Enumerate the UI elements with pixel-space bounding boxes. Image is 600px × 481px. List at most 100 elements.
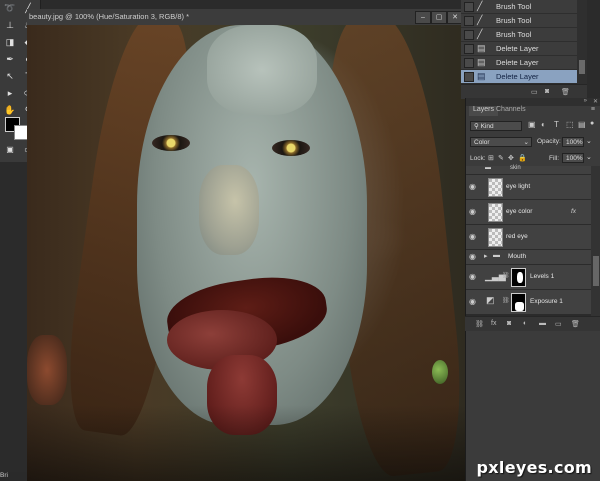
layers-scrollbar[interactable] [591, 166, 600, 316]
exposure-icon: ◩ [486, 295, 495, 305]
scroll-thumb[interactable] [579, 60, 585, 74]
adjustment-layer-row[interactable]: ◉ ◩ ⛓ Exposure 1 [466, 290, 591, 315]
filter-smart-icon[interactable]: ▤ [578, 120, 586, 129]
visibility-eye-icon[interactable]: ◉ [469, 182, 476, 191]
restore-icon[interactable]: ▢ [431, 11, 447, 24]
document-canvas[interactable] [27, 25, 465, 481]
filter-toggle[interactable]: ● [590, 120, 594, 127]
blend-mode-select[interactable]: Color ⌄ [470, 137, 532, 147]
history-item[interactable]: ╱ Brush Tool [461, 14, 587, 28]
snapshot-checkbox[interactable] [464, 2, 474, 12]
brush-icon: ╱ [477, 15, 483, 25]
filter-type-icon[interactable]: T [554, 120, 559, 129]
blend-mode-value: Color [474, 139, 490, 146]
scroll-thumb[interactable] [593, 256, 599, 286]
document-tab[interactable]: beauty.jpg @ 100% (Hue/Saturation 3, RGB… [27, 9, 465, 26]
layer-mask-thumbnail[interactable] [511, 293, 526, 312]
opacity-input[interactable]: 100% [562, 137, 584, 147]
forehead [207, 25, 317, 115]
trash-icon[interactable]: 🗑 [571, 320, 580, 328]
fx-icon[interactable]: fx [491, 320, 496, 327]
selection-icon[interactable]: ▸ [4, 87, 16, 99]
expand-arrow-icon[interactable]: ▸ [484, 252, 488, 260]
layer-row[interactable]: ◉ eye light [466, 175, 591, 200]
history-item[interactable]: ▤ Delete Layer [461, 42, 587, 56]
hand-icon[interactable]: ✋ [4, 104, 16, 116]
new-group-icon[interactable]: ▬ [539, 320, 546, 327]
fill-input[interactable]: 100% [562, 153, 584, 163]
layer-thumbnail [488, 228, 503, 247]
lasso-icon[interactable]: ➰ [4, 2, 16, 14]
visibility-eye-icon[interactable]: ◉ [469, 272, 476, 281]
history-item[interactable]: ╱ Brush Tool [461, 0, 587, 14]
snapshot-checkbox[interactable] [464, 58, 474, 68]
path-selection-icon[interactable]: ↖ [4, 70, 16, 82]
history-item-label: Delete Layer [496, 72, 539, 81]
panel-header: » ✕ [466, 98, 600, 106]
fill-label: Fill: [549, 155, 560, 162]
chevron-down-icon: ⌄ [523, 139, 529, 146]
visibility-eye-icon[interactable]: ◉ [469, 252, 476, 261]
snapshot-checkbox[interactable] [464, 16, 474, 26]
history-item-selected[interactable]: ▤ Delete Layer [461, 70, 587, 84]
history-scrollbar[interactable] [577, 0, 587, 84]
minimize-icon[interactable]: – [415, 11, 431, 24]
history-item[interactable]: ╱ Brush Tool [461, 28, 587, 42]
filter-pixel-icon[interactable]: ▣ [528, 120, 536, 129]
layer-row[interactable]: ◉ eye color fx [466, 200, 591, 225]
layer-effects-badge[interactable]: fx [571, 208, 576, 215]
pen-icon[interactable]: ✒ [4, 53, 16, 65]
group-name: skin [510, 165, 521, 171]
history-item-label: Delete Layer [496, 44, 539, 53]
visibility-eye-icon[interactable]: ◉ [469, 207, 476, 216]
layer-name: eye light [506, 183, 531, 190]
filter-shape-icon[interactable]: ⬚ [566, 120, 574, 129]
visibility-eye-icon[interactable]: ◉ [469, 232, 476, 241]
folder-icon: ▬ [493, 252, 500, 259]
trash-icon[interactable]: 🗑 [561, 88, 570, 96]
stamp-icon[interactable]: ⊥ [4, 19, 16, 31]
lock-all-icon[interactable]: 🔒 [518, 154, 527, 162]
close-icon[interactable]: ✕ [593, 98, 598, 105]
layer-row[interactable]: ◉ red eye [466, 225, 591, 250]
chevron-down-icon[interactable]: ⌄ [586, 137, 592, 145]
adjustment-icon[interactable]: ◐ [523, 320, 527, 327]
adjustment-layer-row[interactable]: ◉ ▁▃▅ ⛓ Levels 1 [466, 265, 591, 290]
filter-adjustment-icon[interactable]: ◐ [541, 120, 546, 129]
brush-icon: ╱ [477, 1, 483, 11]
quick-mask-icon[interactable]: ▣ [4, 144, 16, 156]
brush-icon: ╱ [477, 29, 483, 39]
chevron-down-icon[interactable]: ⌄ [586, 153, 592, 161]
layer-group-skin[interactable]: ▬ skin [466, 165, 591, 175]
collapse-icon[interactable]: » [584, 98, 587, 104]
lock-transparent-icon[interactable]: ⊞ [488, 154, 494, 162]
tab-channels[interactable]: Channels [496, 106, 526, 116]
group-name: Mouth [508, 253, 527, 260]
visibility-eye-icon[interactable]: ◉ [469, 297, 476, 306]
add-mask-icon[interactable]: ◙ [507, 320, 511, 327]
snapshot-checkbox[interactable] [464, 44, 474, 54]
link-layers-icon[interactable]: ⛓ [475, 320, 484, 328]
tab-layers[interactable]: Layers [469, 106, 499, 116]
panel-menu-icon[interactable]: ≡ [591, 106, 595, 113]
new-layer-icon[interactable]: ▭ [555, 320, 562, 328]
opacity-label: Opacity: [537, 138, 561, 145]
history-item[interactable]: ▤ Delete Layer [461, 56, 587, 70]
layer-name: Exposure 1 [530, 298, 563, 305]
snapshot-checkbox[interactable] [464, 72, 474, 82]
lock-pixels-icon[interactable]: ✎ [498, 154, 504, 162]
layer-group-mouth[interactable]: ◉ ▸ ▬ Mouth [466, 250, 591, 265]
layer-mask-thumbnail[interactable] [511, 268, 526, 287]
link-icon[interactable]: ⛓ [502, 272, 510, 279]
snapshot-checkbox[interactable] [464, 30, 474, 40]
kind-filter[interactable]: ⚲ Kind [470, 121, 522, 131]
eraser-icon[interactable]: ◨ [4, 36, 16, 48]
left-eye [152, 135, 190, 151]
link-icon[interactable]: ⛓ [502, 297, 510, 304]
fill-value: 100% [566, 155, 583, 162]
camera-icon[interactable]: ◙ [545, 88, 549, 95]
new-document-icon[interactable]: ▭ [531, 88, 538, 96]
lock-label: Lock: [470, 155, 486, 162]
lock-position-icon[interactable]: ✥ [508, 154, 514, 162]
shoulder-wound [27, 335, 67, 405]
